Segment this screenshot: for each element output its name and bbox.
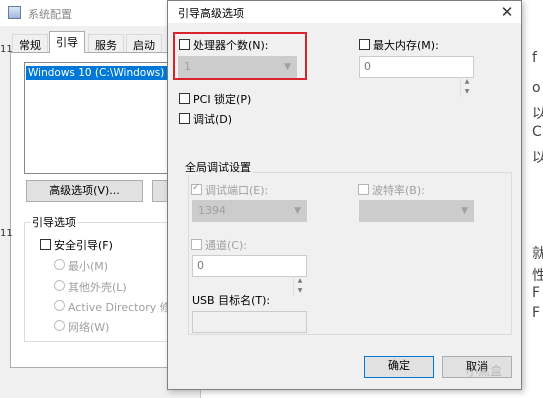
network-label: 网络(W) — [68, 321, 110, 334]
debug-port-label: 调试端口(E): — [205, 184, 269, 197]
right-text-2: o — [532, 80, 541, 96]
right-text-7: 性 — [532, 268, 543, 284]
right-text-9: F — [532, 305, 541, 321]
max-memory-value: 0 — [364, 60, 371, 73]
debug-label: 调试(D) — [193, 113, 233, 126]
safe-boot-label: 安全引导(F) — [54, 239, 113, 252]
spin-down-icon[interactable]: ▼ — [461, 87, 473, 97]
minimal-radio[interactable] — [54, 259, 65, 270]
edge-glyph-bottom: 11 — [0, 228, 13, 239]
tab-startup[interactable]: 启动 — [126, 34, 162, 52]
debug-port-value: 1394 — [198, 204, 226, 217]
debug-checkbox[interactable] — [179, 113, 190, 124]
checkmark-icon: ✓ — [192, 182, 201, 193]
spin-up-icon[interactable]: ▲ — [461, 77, 473, 87]
debug-port-checkbox[interactable]: ✓ — [191, 182, 202, 195]
spin-down-icon[interactable]: ▼ — [294, 286, 306, 296]
tab-general[interactable]: 常规 — [12, 34, 48, 52]
alternate-shell-radio[interactable] — [54, 280, 65, 291]
spin-up-icon[interactable]: ▲ — [294, 276, 306, 286]
max-memory-spinbox[interactable]: 0 ▲ ▼ — [359, 56, 474, 97]
dialog-title: 引导高级选项 — [178, 7, 244, 20]
safe-boot-checkbox[interactable] — [40, 239, 51, 250]
minimal-label: 最小(M) — [68, 260, 109, 273]
baud-rate-label: 波特率(B): — [372, 184, 425, 197]
right-text-6: 就 — [532, 246, 543, 262]
chevron-down-icon: ▼ — [461, 206, 468, 216]
boot-entry-selected[interactable]: Windows 10 (C:\Windows) : 当 — [26, 66, 167, 80]
ad-repair-label: Active Directory 修复 — [68, 301, 182, 314]
pci-lock-label: PCI 锁定(P) — [193, 93, 252, 106]
debug-port-combo[interactable]: 1394 ▼ — [192, 200, 307, 222]
chevron-down-icon: ▼ — [294, 206, 301, 216]
pci-lock-checkbox[interactable] — [179, 93, 190, 104]
usb-target-input[interactable] — [192, 311, 307, 333]
highlight-box — [173, 32, 307, 80]
close-icon[interactable]: ✕ — [493, 1, 521, 23]
msconfig-title: 系统配置 — [28, 8, 72, 21]
boot-options-label: 引导选项 — [30, 214, 78, 230]
usb-target-label: USB 目标名(T): — [192, 294, 271, 307]
advanced-options-button[interactable]: 高级选项(V)... — [26, 180, 143, 202]
app-icon — [8, 6, 21, 19]
max-memory-spinner[interactable]: ▲ ▼ — [460, 77, 473, 97]
channel-spinner[interactable]: ▲ ▼ — [293, 276, 306, 296]
network-radio[interactable] — [54, 320, 65, 331]
alternate-shell-label: 其他外壳(L) — [68, 281, 127, 294]
baud-rate-checkbox[interactable] — [358, 184, 369, 195]
right-text-8: F — [532, 285, 541, 301]
max-memory-checkbox[interactable] — [359, 39, 370, 50]
partial-button[interactable] — [152, 180, 168, 202]
baud-rate-combo[interactable]: ▼ — [359, 200, 474, 222]
tab-services[interactable]: 服务 — [88, 34, 124, 52]
channel-spinbox[interactable]: 0 ▲ ▼ — [192, 255, 307, 296]
boot-entry-list[interactable]: Windows 10 (C:\Windows) : 当 — [24, 62, 169, 174]
right-text-1: f — [532, 50, 537, 66]
right-text-3: 以 — [532, 106, 543, 122]
channel-value: 0 — [197, 259, 204, 272]
max-memory-label: 最大内存(M): — [373, 39, 439, 52]
channel-label: 通道(C): — [205, 239, 247, 252]
edge-glyph-top: 11 — [0, 44, 13, 55]
ok-button[interactable]: 确定 — [364, 356, 434, 378]
watermark-logo: 小黑盒 — [466, 364, 503, 378]
global-debug-label: 全局调试设置 — [183, 159, 253, 175]
channel-checkbox[interactable] — [191, 239, 202, 250]
ad-repair-radio[interactable] — [54, 300, 65, 311]
tab-boot[interactable]: 引导 — [49, 31, 85, 53]
right-text-4: C — [532, 124, 542, 140]
right-text-5: 以 — [532, 150, 543, 166]
